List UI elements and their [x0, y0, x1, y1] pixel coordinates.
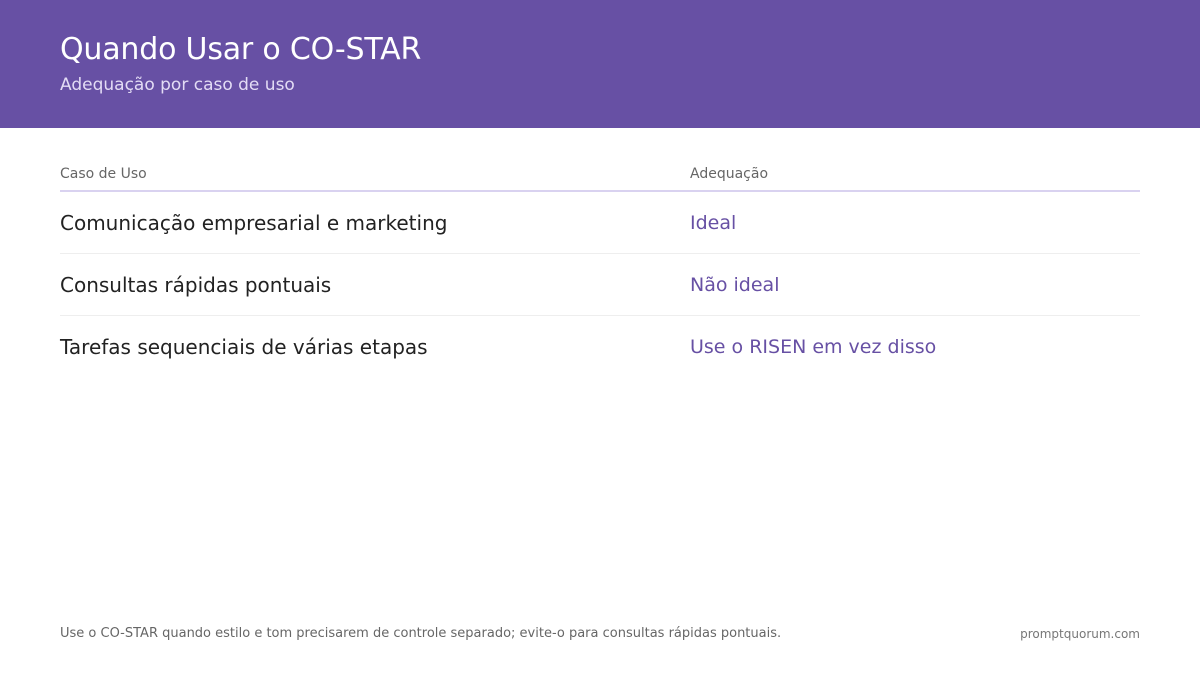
table-row: Tarefas sequenciais de várias etapas Use…: [60, 316, 1140, 378]
footer-note: Use o CO-STAR quando estilo e tom precis…: [60, 626, 782, 641]
header-banner: Quando Usar o CO-STAR Adequação por caso…: [0, 0, 1200, 128]
use-case-cell: Tarefas sequenciais de várias etapas: [60, 335, 428, 359]
column-header-fit: Adequação: [690, 166, 769, 182]
brand-label: promptquorum.com: [1020, 627, 1140, 641]
slide: Quando Usar o CO-STAR Adequação por caso…: [0, 0, 1200, 675]
table-row: Consultas rápidas pontuais Não ideal: [60, 254, 1140, 316]
fit-cell: Use o RISEN em vez disso: [690, 336, 937, 358]
table-header-row: Caso de Uso Adequação: [60, 158, 1140, 192]
table-row: Comunicação empresarial e marketing Idea…: [60, 192, 1140, 254]
use-case-table: Caso de Uso Adequação Comunicação empres…: [60, 158, 1140, 378]
footer: Use o CO-STAR quando estilo e tom precis…: [60, 625, 1140, 643]
column-header-use-case: Caso de Uso: [60, 166, 147, 182]
use-case-cell: Consultas rápidas pontuais: [60, 272, 332, 297]
page-title: Quando Usar o CO-STAR: [60, 32, 422, 67]
page-subtitle: Adequação por caso de uso: [60, 75, 295, 95]
fit-cell: Não ideal: [690, 273, 780, 296]
fit-cell: Ideal: [690, 211, 737, 234]
use-case-cell: Comunicação empresarial e marketing: [60, 210, 448, 235]
